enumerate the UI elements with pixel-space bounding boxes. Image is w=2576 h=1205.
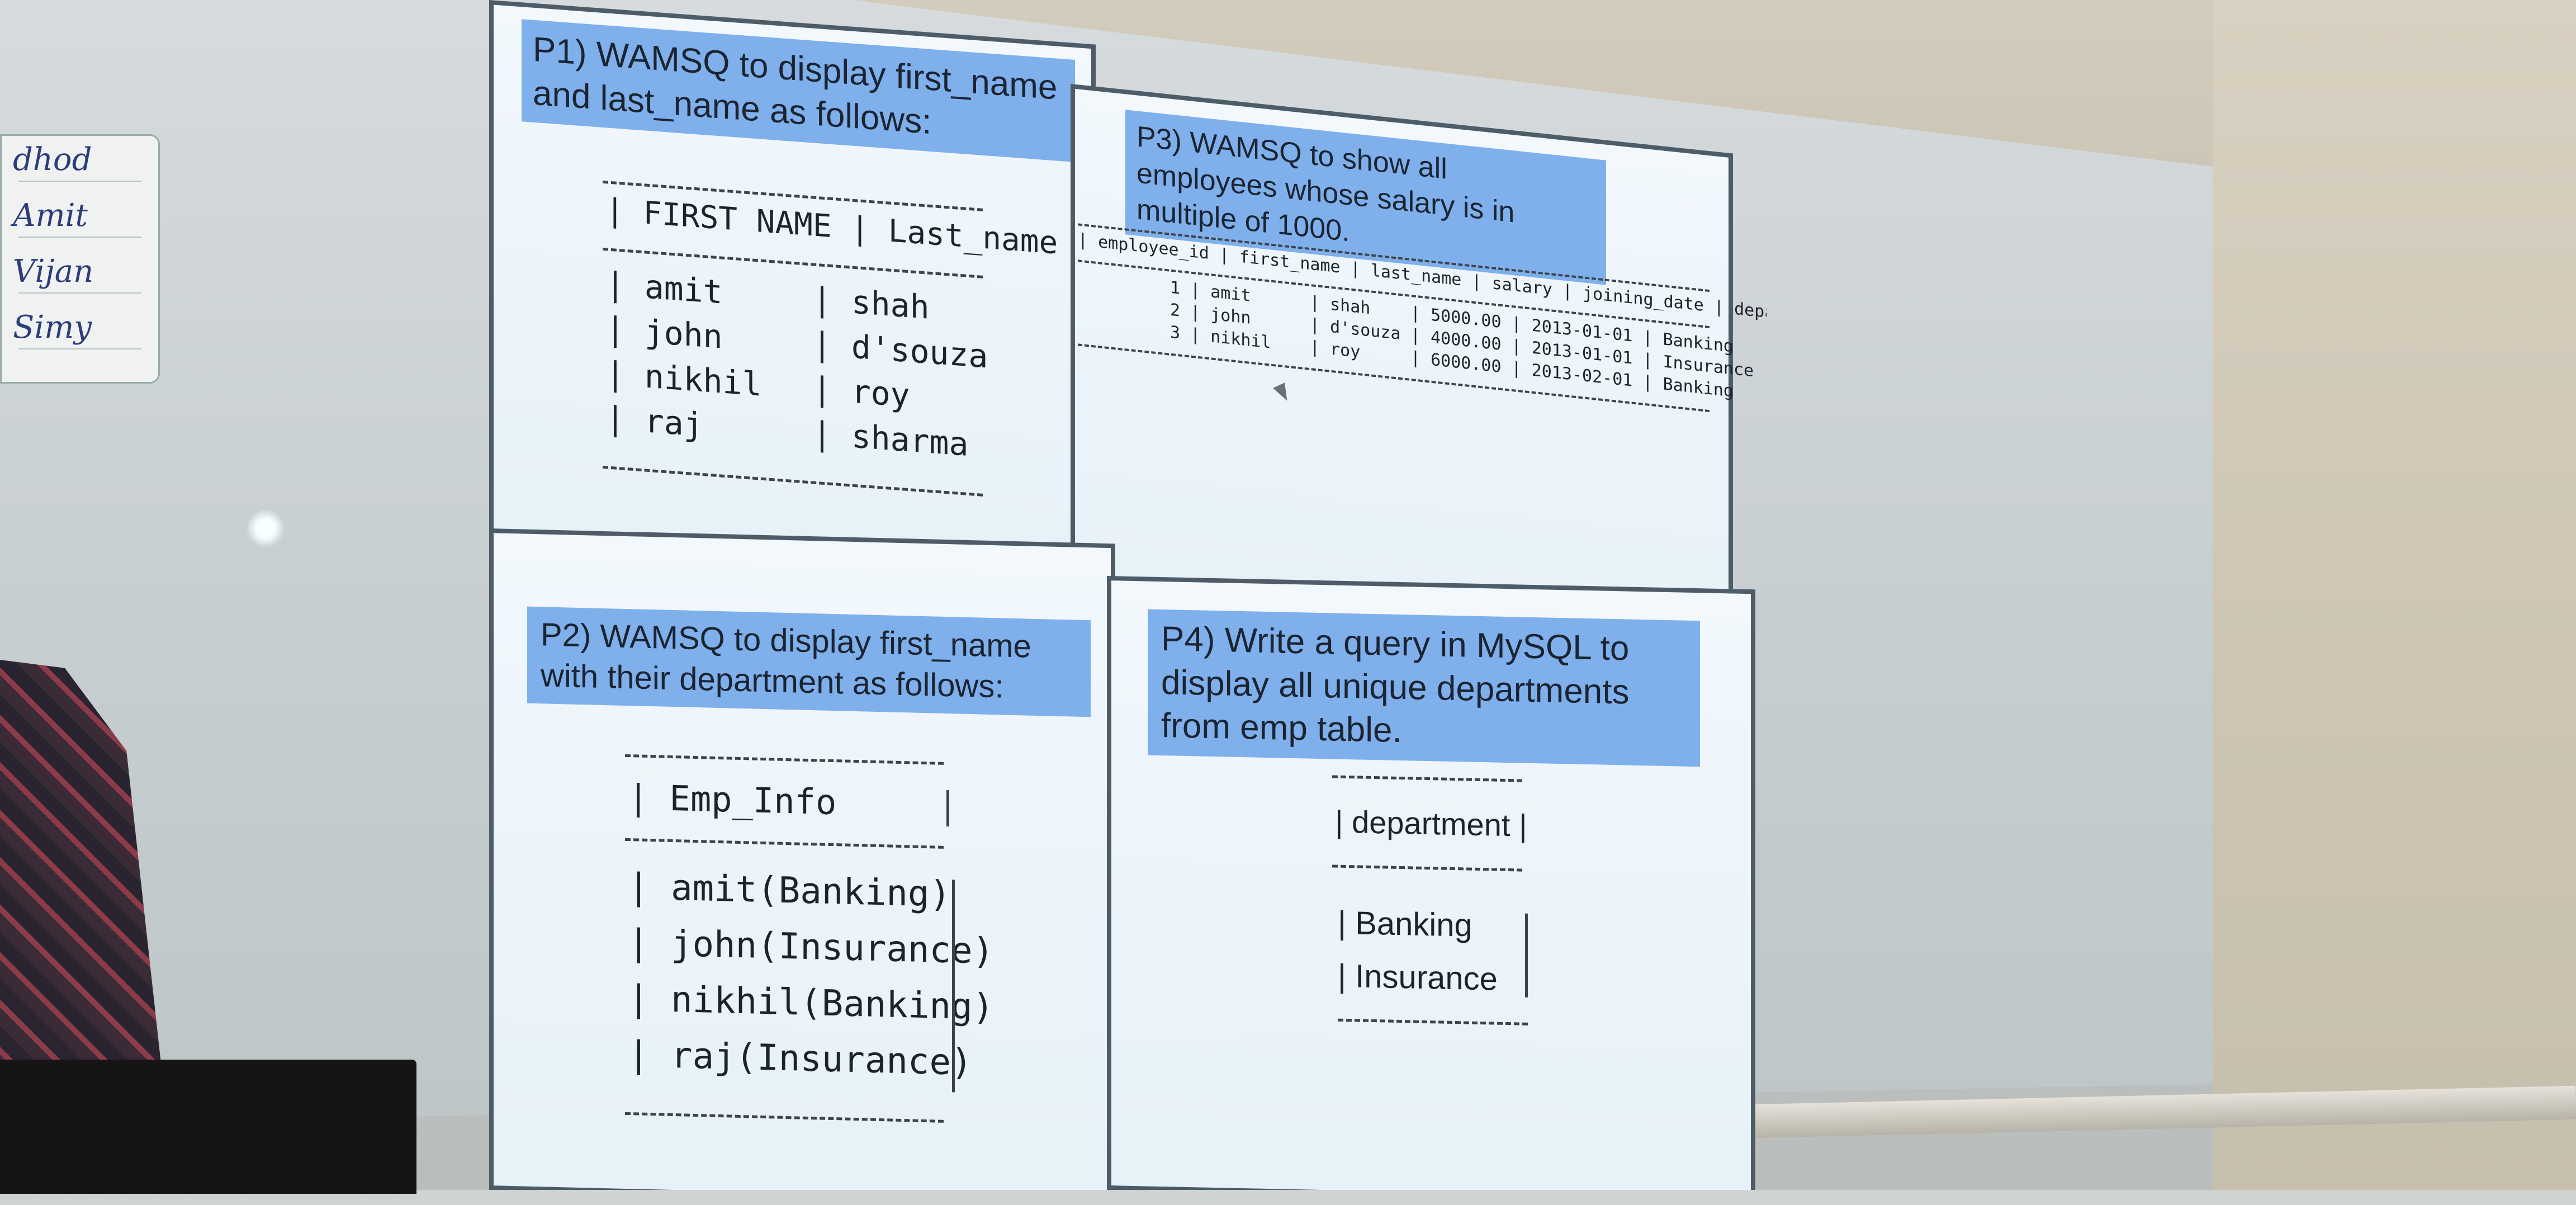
- hand-list-item: Amit: [13, 197, 88, 234]
- p1-row: | amit: [605, 264, 723, 311]
- p4-right-border: [1525, 913, 1528, 998]
- p1-header-last: Last_name: [888, 212, 1058, 262]
- p1-row: | nikhil: [605, 354, 762, 404]
- p1-row: | raj: [605, 399, 703, 445]
- p1-question: P1) WAMSQ to display first_name and last…: [522, 19, 1075, 162]
- p1-row: | john: [605, 309, 723, 356]
- p2-right-border: [952, 880, 955, 1093]
- p2-header-right-border: [946, 790, 949, 827]
- hand-list-item: Simy: [13, 309, 92, 346]
- p4-question: P4) Write a query in MySQL to display al…: [1148, 609, 1700, 767]
- p1-cell: | shah: [812, 280, 930, 327]
- panel-p1: P1) WAMSQ to display first_name and last…: [489, 0, 1096, 582]
- panel-p4: P4) Write a query in MySQL to display al…: [1107, 576, 1755, 1190]
- panel-p2: P2) WAMSQ to display first_name with the…: [489, 528, 1115, 1190]
- p3-cell-last: | shah: [1310, 292, 1371, 319]
- p2-row: | john(Insurance): [628, 922, 995, 973]
- monitor: [0, 1060, 416, 1194]
- hand-list-item: dhod: [13, 141, 92, 178]
- p1-cell: | roy: [812, 369, 910, 415]
- p1-table-border-bottom: [603, 465, 983, 497]
- p4-row: | Banking: [1338, 904, 1472, 944]
- p4-table-border-bottom: [1338, 1018, 1528, 1026]
- p1-cell: | sharma: [812, 414, 969, 464]
- p2-row: | nikhil(Banking): [628, 978, 995, 1029]
- p2-table-border-top: [625, 754, 944, 765]
- p2-row: | raj(Insurance): [628, 1034, 973, 1084]
- p2-row: | amit(Banking): [628, 866, 951, 916]
- p4-header-row: | department |: [1335, 804, 1527, 843]
- mouse-cursor-icon: [1273, 382, 1293, 404]
- p3-cell-last: | roy: [1310, 337, 1361, 362]
- p1-header-first: FIRST NAME: [643, 195, 832, 245]
- p1-cell: | d'souza: [812, 324, 988, 376]
- projected-slide: P1) WAMSQ to display first_name and last…: [489, 0, 1767, 1190]
- p4-table-border-mid: [1332, 864, 1522, 872]
- p2-table-border-mid: [625, 838, 944, 849]
- light-glare: [246, 509, 285, 548]
- p2-table-border-bottom: [625, 1112, 944, 1123]
- p3-cell-id: 3 | nikhil: [1170, 322, 1271, 353]
- handwritten-list: dhod Amit Vijan Simy: [0, 134, 160, 384]
- p4-row: | Insurance: [1338, 957, 1498, 998]
- wall-right: [2213, 0, 2576, 1190]
- hand-list-item: Vijan: [13, 253, 94, 290]
- p4-table-border-top: [1332, 775, 1522, 782]
- p2-question: P2) WAMSQ to display first_name with the…: [527, 606, 1091, 717]
- p2-header-row: | Emp_Info: [628, 777, 837, 823]
